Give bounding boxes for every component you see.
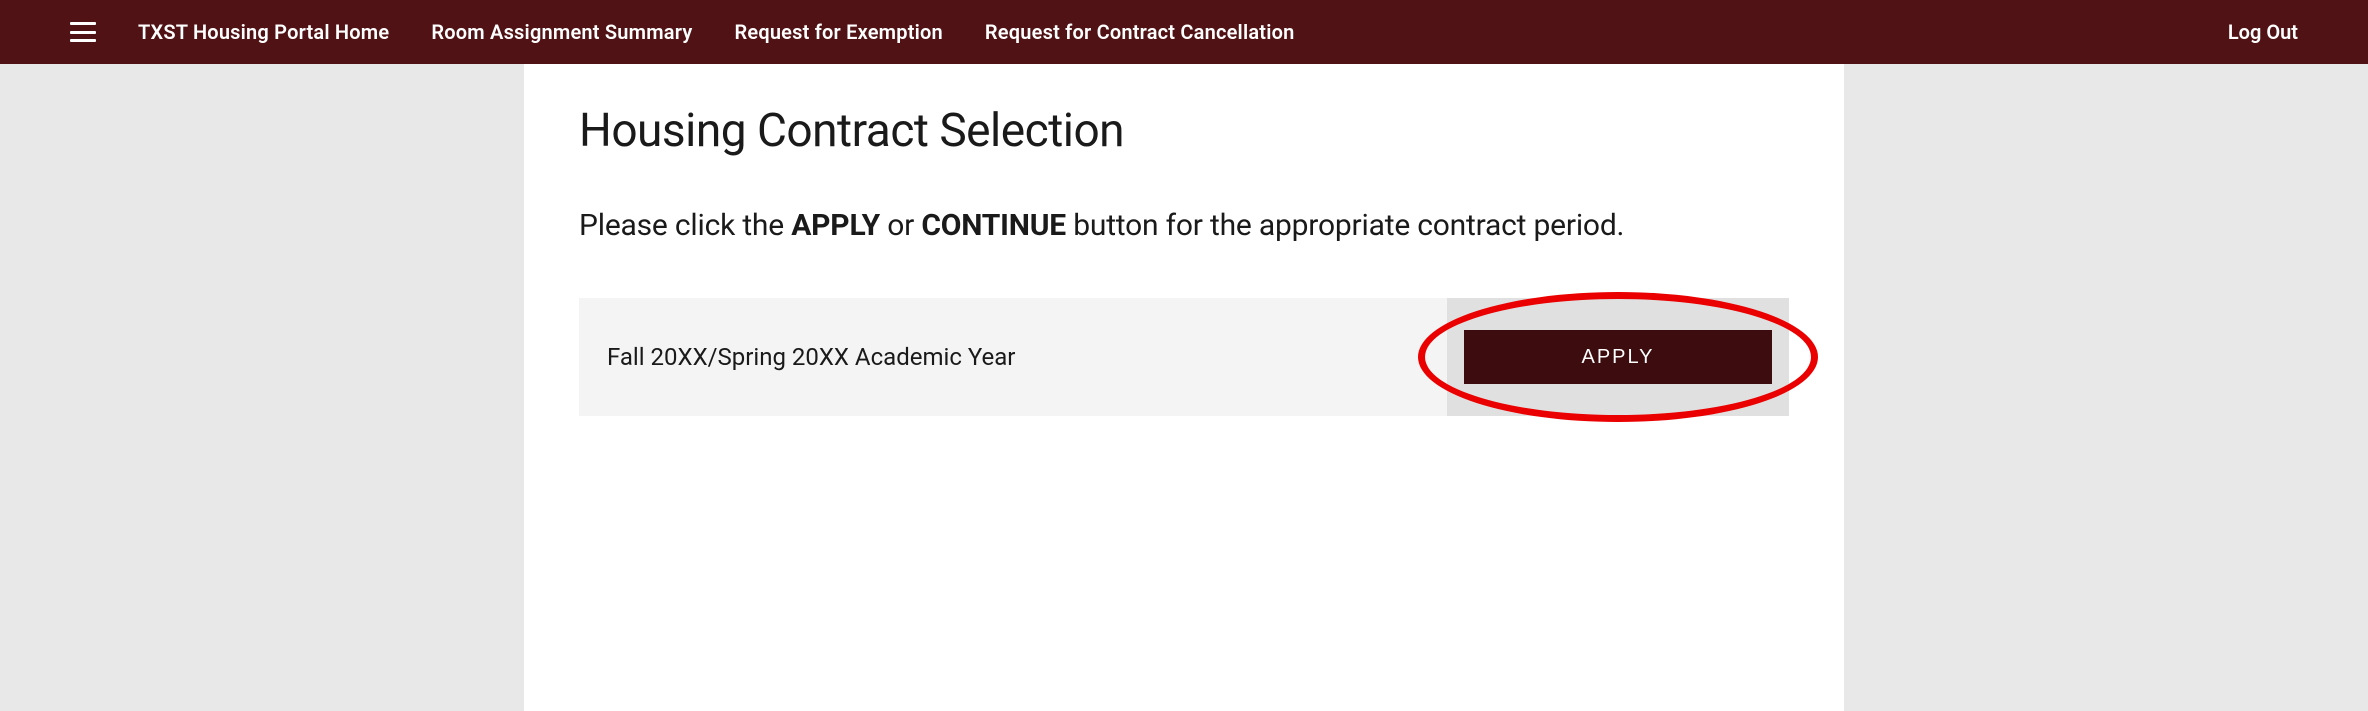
nav-links-container: TXST Housing Portal Home Room Assignment… [138, 20, 2228, 44]
contract-period-label: Fall 20XX/Spring 20XX Academic Year [579, 298, 1447, 416]
main-content: Housing Contract Selection Please click … [524, 64, 1844, 711]
nav-link-cancellation[interactable]: Request for Contract Cancellation [985, 20, 1295, 44]
hamburger-menu-icon[interactable] [70, 22, 96, 42]
instruction-apply-word: APPLY [791, 208, 880, 243]
instruction-or: or [880, 208, 921, 243]
apply-button[interactable]: APPLY [1464, 330, 1772, 384]
instruction-prefix: Please click the [579, 208, 791, 243]
top-navigation: TXST Housing Portal Home Room Assignment… [0, 0, 2368, 64]
nav-link-exemption[interactable]: Request for Exemption [734, 20, 942, 44]
instruction-text: Please click the APPLY or CONTINUE butto… [579, 208, 1789, 243]
nav-logout-link[interactable]: Log Out [2228, 20, 2298, 44]
instruction-suffix: button for the appropriate contract peri… [1066, 208, 1624, 243]
contract-row: Fall 20XX/Spring 20XX Academic Year APPL… [579, 298, 1789, 416]
nav-link-room-assignment[interactable]: Room Assignment Summary [431, 20, 692, 44]
nav-link-home[interactable]: TXST Housing Portal Home [138, 20, 389, 44]
contract-action-cell: APPLY [1447, 298, 1789, 416]
page-title: Housing Contract Selection [579, 104, 1789, 158]
instruction-continue-word: CONTINUE [921, 208, 1066, 243]
